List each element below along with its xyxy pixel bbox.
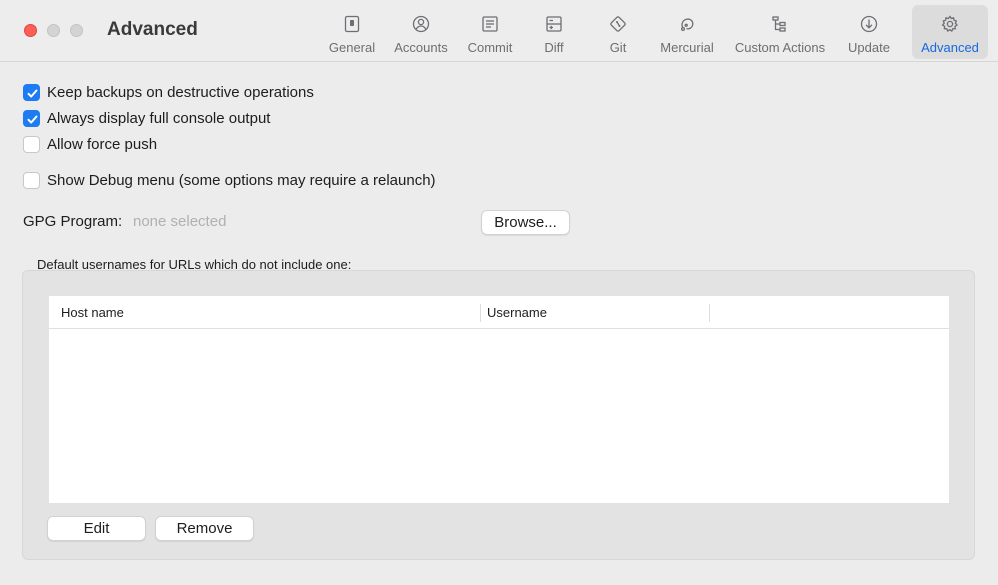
allow-force-push-label: Allow force push	[47, 136, 158, 153]
tab-commit-label: Commit	[467, 40, 513, 55]
git-icon	[610, 16, 626, 32]
tab-mercurial-label: Mercurial	[660, 40, 714, 55]
gpg-program-label: GPG Program:	[23, 213, 123, 230]
custom-actions-icon	[772, 16, 786, 32]
tab-general[interactable]: General	[324, 5, 380, 59]
tab-custom-actions[interactable]: Custom Actions	[728, 5, 832, 59]
tab-advanced-label: Advanced	[921, 40, 979, 55]
table-header: Host name Username	[49, 296, 949, 329]
tab-accounts[interactable]: Accounts	[388, 5, 454, 59]
show-debug-menu-label: Show Debug menu (some options may requir…	[47, 172, 436, 189]
tab-custom-actions-label: Custom Actions	[734, 40, 826, 55]
tab-accounts-label: Accounts	[394, 40, 448, 55]
column-divider[interactable]	[709, 304, 710, 322]
column-divider[interactable]	[480, 304, 481, 322]
tab-git-label: Git	[609, 40, 627, 55]
keep-backups-checkbox[interactable]	[23, 84, 40, 101]
tab-diff[interactable]: Diff	[526, 5, 582, 59]
checkmark-icon	[27, 115, 38, 124]
column-header-host-name[interactable]: Host name	[61, 305, 124, 320]
full-console-output-label: Always display full console output	[47, 110, 271, 127]
column-header-username[interactable]: Username	[487, 305, 547, 320]
general-icon	[344, 15, 360, 33]
tab-commit[interactable]: Commit	[462, 5, 518, 59]
gear-icon	[941, 15, 958, 32]
zoom-window-button[interactable]	[70, 24, 83, 37]
tab-git[interactable]: Git	[590, 5, 646, 59]
toolbar: Advanced General Accounts Commit Diff Gi…	[0, 0, 998, 62]
commit-icon	[482, 16, 498, 32]
allow-force-push-checkbox[interactable]	[23, 136, 40, 153]
gpg-program-value: none selected	[133, 213, 227, 230]
minimize-window-button[interactable]	[47, 24, 60, 37]
mercurial-icon	[680, 18, 694, 32]
remove-button[interactable]: Remove	[155, 516, 254, 541]
full-console-output-checkbox[interactable]	[23, 110, 40, 127]
preferences-window: Advanced General Accounts Commit Diff Gi…	[0, 0, 998, 585]
show-debug-menu-checkbox[interactable]	[23, 172, 40, 189]
tab-advanced[interactable]: Advanced	[912, 5, 988, 59]
tab-update-label: Update	[848, 40, 890, 55]
tab-update[interactable]: Update	[840, 5, 898, 59]
tab-diff-label: Diff	[544, 40, 564, 55]
edit-button[interactable]: Edit	[47, 516, 146, 541]
diff-icon	[546, 16, 562, 32]
tab-mercurial[interactable]: Mercurial	[654, 5, 720, 59]
accounts-icon	[412, 15, 430, 33]
window-title: Advanced	[107, 19, 198, 40]
close-window-button[interactable]	[24, 24, 37, 37]
browse-button[interactable]: Browse...	[481, 210, 570, 235]
update-icon	[860, 15, 878, 33]
keep-backups-label: Keep backups on destructive operations	[47, 84, 314, 101]
tab-general-label: General	[328, 40, 376, 55]
usernames-table[interactable]: Host name Username	[49, 296, 949, 503]
checkmark-icon	[27, 89, 38, 98]
